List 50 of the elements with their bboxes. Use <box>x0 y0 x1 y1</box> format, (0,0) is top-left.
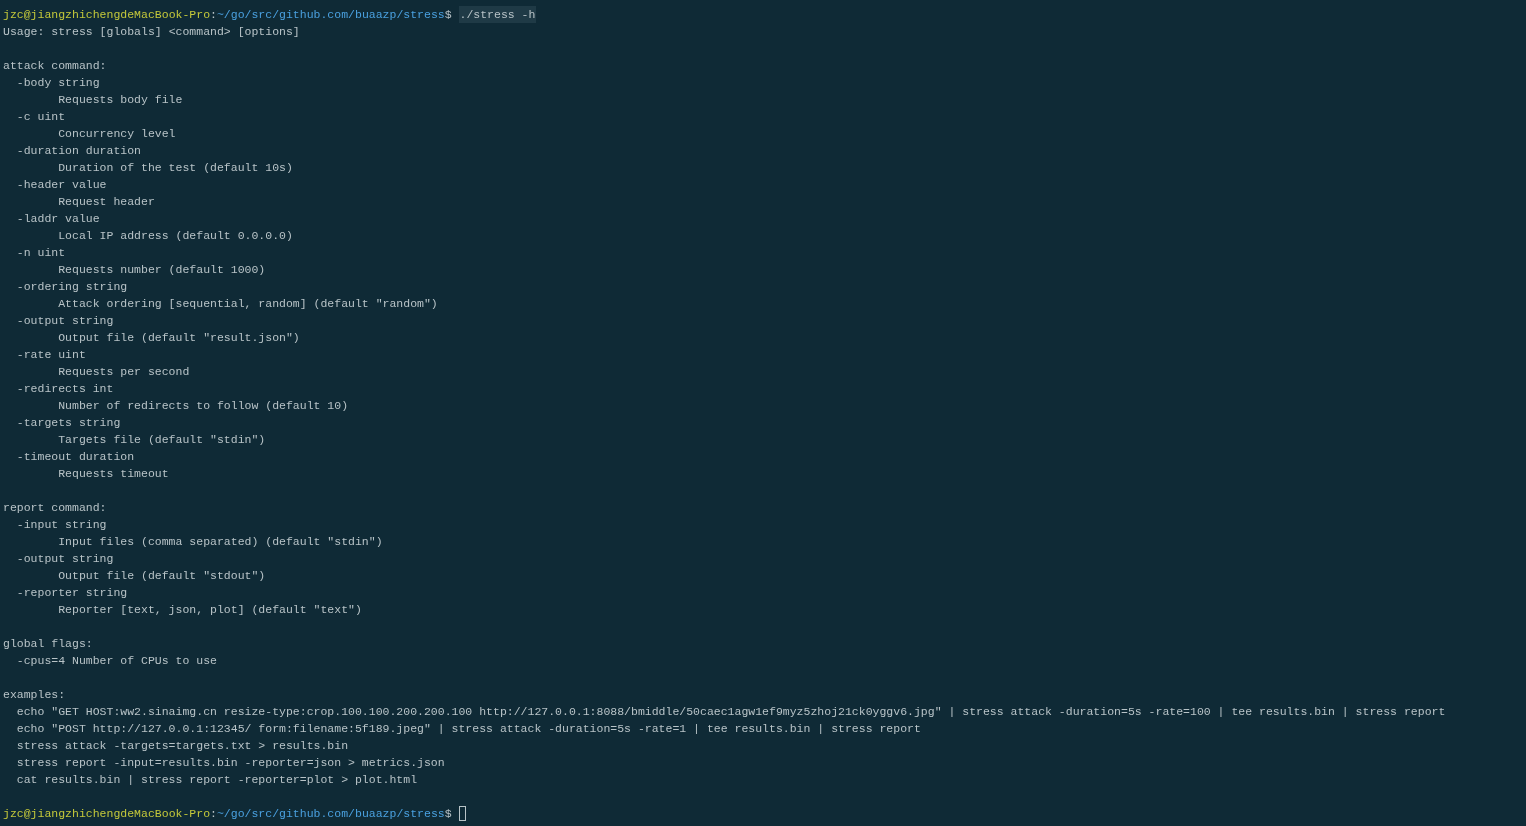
command-text: ./stress -h <box>458 6 537 23</box>
flag-description: Duration of the test (default 10s) <box>57 160 293 176</box>
flag-description: Request header <box>57 194 155 210</box>
section-heading: Usage: stress [globals] <command> [options] <box>3 24 300 40</box>
output-line: -body string <box>15 75 100 91</box>
prompt-user-host: jzc@jiangzhichengdeMacBook-Pro <box>3 806 211 822</box>
output-line: -timeout duration <box>15 449 135 465</box>
flag-description: Number of redirects to follow (default 10) <box>57 398 349 414</box>
flag-description: Output file (default "result.json") <box>57 330 300 346</box>
prompt-path: ~/go/src/github.com/buaazp/stress <box>216 7 445 23</box>
output-line: -redirects int <box>15 381 114 397</box>
output-line: -reporter string <box>15 585 128 601</box>
section-heading: report command: <box>3 500 107 516</box>
output-line: -laddr value <box>15 211 100 227</box>
prompt-separator: : <box>210 7 217 23</box>
prompt-user-host: jzc@jiangzhichengdeMacBook-Pro <box>3 7 211 23</box>
section-heading: examples: <box>3 687 66 703</box>
section-heading: attack command: <box>3 58 107 74</box>
output-line: stress report -input=results.bin -reporter=json > metrics.json <box>15 755 445 771</box>
flag-description: Requests number (default 1000) <box>57 262 266 278</box>
flag-description: Requests body file <box>57 92 183 108</box>
output-line: echo "POST http://127.0.0.1:12345/ form:filename:5f189.jpeg" | stress attack -duration=5s -rate=1 | tee results.bin | stress report <box>15 721 921 737</box>
output-line: -ordering string <box>15 279 128 295</box>
flag-description: Requests timeout <box>57 466 169 482</box>
output-line: -input string <box>15 517 107 533</box>
output-line: -cpus=4 Number of CPUs to use <box>15 653 217 669</box>
output-line: cat results.bin | stress report -reporter=plot > plot.html <box>15 772 418 788</box>
output-line: -output string <box>15 551 114 567</box>
flag-description: Attack ordering [sequential, random] (default "random") <box>57 296 438 312</box>
output-line: -output string <box>15 313 114 329</box>
output-line: -targets string <box>15 415 121 431</box>
prompt-symbol: $ <box>444 806 452 822</box>
flag-description: Targets file (default "stdin") <box>57 432 266 448</box>
output-line: -duration duration <box>15 143 142 159</box>
prompt-separator: : <box>210 806 217 822</box>
flag-description: Input files (comma separated) (default "stdin") <box>57 534 383 550</box>
flag-description: Reporter [text, json, plot] (default "text") <box>57 602 362 618</box>
output-line: -rate uint <box>15 347 86 363</box>
flag-description: Local IP address (default 0.0.0.0) <box>57 228 293 244</box>
flag-description: Output file (default "stdout") <box>57 568 266 584</box>
output-line: stress attack -targets=targets.txt > results.bin <box>15 738 349 754</box>
section-heading: global flags: <box>3 636 93 652</box>
output-line: -c uint <box>15 109 66 125</box>
output-line: echo "GET HOST:ww2.sinaimg.cn resize-type:crop.100.100.200.200.100 http://127.0.0.1:8088/bmiddle/50caec1agw1ef9myz5zhoj21ck0yggv6.jpg" | stress attack -duration=5s -rate=100 | tee results.bin | stress report <box>15 704 1446 720</box>
output-line: -header value <box>15 177 107 193</box>
flag-description: Concurrency level <box>57 126 176 142</box>
prompt-symbol: $ <box>444 7 452 23</box>
output-line: -n uint <box>15 245 66 261</box>
prompt-path: ~/go/src/github.com/buaazp/stress <box>216 806 445 822</box>
flag-description: Requests per second <box>57 364 190 380</box>
